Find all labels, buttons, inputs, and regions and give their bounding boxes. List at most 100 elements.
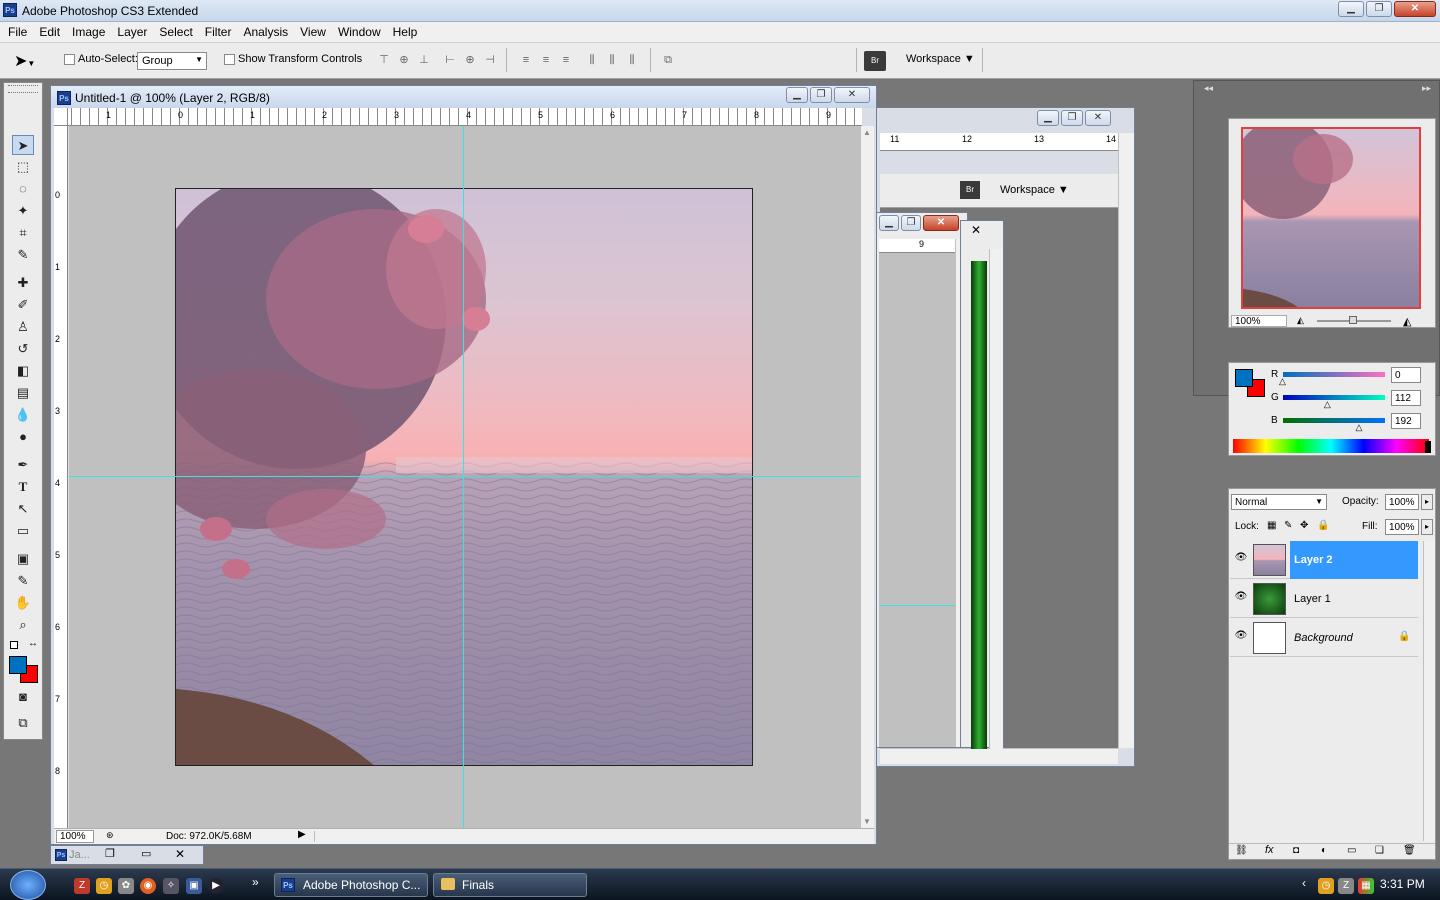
layers-scrollbar[interactable] [1423, 541, 1435, 841]
link-layers-icon[interactable]: ⛓ [1235, 845, 1248, 856]
image-canvas[interactable] [175, 188, 753, 766]
back-doc-restore-button[interactable]: ❐ [1061, 110, 1083, 126]
menu-file[interactable]: File [2, 25, 33, 39]
tray-clock-icon[interactable]: ◷ [1318, 878, 1334, 894]
visibility-eye-icon[interactable]: 👁 [1234, 591, 1248, 605]
blend-mode-dropdown[interactable]: Normal ▼ [1231, 494, 1327, 510]
color-panel-foreground-swatch[interactable] [1235, 369, 1253, 387]
back-doc-hscrollbar[interactable] [880, 748, 1118, 764]
delete-layer-icon[interactable]: 🗑 [1403, 845, 1416, 856]
tray-expand-icon[interactable]: ‹ [1302, 876, 1306, 890]
scroll-down-icon[interactable]: ▼ [863, 817, 871, 826]
quicklaunch-overflow[interactable]: » [252, 875, 259, 889]
g-slider[interactable] [1283, 395, 1385, 400]
fill-arrow-icon[interactable]: ▸ [1421, 519, 1433, 535]
main-document-window[interactable]: Ps Untitled-1 @ 100% (Layer 2, RGB/8) ▁ … [50, 85, 877, 845]
minimized-close-icon[interactable]: ✕ [175, 847, 185, 861]
align-left-icon[interactable]: ⊢ [442, 52, 458, 68]
menu-filter[interactable]: Filter [199, 25, 238, 39]
gimp-icon[interactable]: ✿ [118, 878, 134, 894]
type-tool-icon[interactable]: T [12, 477, 34, 497]
align-bottom-icon[interactable]: ⊥ [416, 52, 432, 68]
dock-expand-icon[interactable]: ▸▸ [1422, 83, 1431, 94]
back-workspace-menu[interactable]: Workspace ▼ [1000, 184, 1069, 196]
layer-row-layer-1[interactable]: 👁 Layer 1 [1230, 580, 1418, 618]
clone-stamp-icon[interactable]: ♙ [12, 317, 34, 337]
doc-minimize-button[interactable]: ▁ [786, 87, 808, 103]
distribute-left-icon[interactable]: ⫼ [584, 52, 600, 68]
doc-hscrollbar[interactable] [314, 831, 854, 842]
app-close-button[interactable]: ✕ [1394, 1, 1436, 17]
screen-mode-icon[interactable]: ⧉ [12, 713, 34, 733]
background-layer-name[interactable]: Background [1294, 632, 1353, 644]
path-selection-icon[interactable]: ↖ [12, 499, 34, 519]
shape-tool-icon[interactable]: ▭ [12, 521, 34, 541]
layer-mask-icon[interactable]: ◘ [1293, 845, 1299, 856]
g-slider-thumb[interactable]: △ [1324, 399, 1331, 410]
adjustment-layer-icon[interactable]: ◐ [1321, 845, 1327, 856]
r-slider[interactable] [1283, 372, 1385, 377]
minimized-document[interactable]: Ps Ja... ❐ ▭ ✕ [50, 845, 204, 865]
zoom-field[interactable]: 100% [56, 830, 94, 843]
layer-1-name[interactable]: Layer 1 [1294, 593, 1331, 605]
menu-edit[interactable]: Edit [33, 25, 66, 39]
auto-align-icon[interactable]: ⧉ [660, 52, 676, 68]
zoom-in-icon[interactable]: ◭ [1403, 315, 1411, 328]
lock-pixels-icon[interactable]: ✎ [1284, 520, 1292, 531]
taskbar-photoshop[interactable]: Ps Adobe Photoshop C... [274, 873, 428, 897]
ruler-origin[interactable] [54, 108, 68, 126]
doc-restore-button[interactable]: ❐ [810, 87, 832, 103]
distribute-right-icon[interactable]: ⫼ [624, 52, 640, 68]
foreground-color-swatch[interactable] [9, 656, 27, 674]
status-info-icon[interactable]: ⊛ [106, 830, 114, 841]
menu-help[interactable]: Help [387, 25, 424, 39]
media-player-icon[interactable]: ▶ [208, 878, 224, 894]
distribute-hcenter-icon[interactable]: ⫼ [604, 52, 620, 68]
document-titlebar[interactable]: Ps Untitled-1 @ 100% (Layer 2, RGB/8) ▁ … [51, 86, 876, 108]
show-transform-checkbox[interactable]: Show Transform Controls [224, 53, 362, 65]
back-doc-minimize-button[interactable]: ▁ [1037, 110, 1059, 126]
auto-select-dropdown[interactable]: Group [137, 52, 207, 70]
distribute-vcenter-icon[interactable]: ≡ [538, 52, 554, 68]
middle-doc-minimize-button[interactable]: ▁ [879, 215, 899, 231]
tray-network-icon[interactable]: ▦ [1358, 878, 1374, 894]
dodge-tool-icon[interactable]: ● [12, 427, 34, 447]
align-hcenter-icon[interactable]: ⊕ [462, 52, 478, 68]
scroll-up-icon[interactable]: ▲ [863, 128, 871, 137]
layer-row-background[interactable]: 👁 Background 🔒 [1230, 619, 1418, 657]
menu-window[interactable]: Window [332, 25, 387, 39]
firefox-icon[interactable]: ◉ [140, 878, 156, 894]
align-vcenter-icon[interactable]: ⊕ [396, 52, 412, 68]
dock-collapse-icon[interactable]: ◂◂ [1204, 83, 1213, 94]
green-document-window[interactable]: ✕ [960, 220, 1004, 749]
middle-doc-close-button[interactable]: ✕ [923, 215, 959, 231]
back-bridge-icon[interactable]: Br [960, 181, 980, 199]
taskbar-clock[interactable]: 3:31 PM [1380, 877, 1425, 891]
color-ramp-black[interactable] [1425, 441, 1431, 453]
eyedropper-tool-icon[interactable]: ✎ [12, 571, 34, 591]
opacity-field[interactable]: 100% [1385, 494, 1419, 510]
crop-tool-icon[interactable]: ⌗ [12, 223, 34, 243]
align-top-icon[interactable]: ⊤ [376, 52, 392, 68]
middle-document-window[interactable]: ▁ ❐ ✕ 9 [876, 212, 968, 748]
distribute-bottom-icon[interactable]: ≡ [558, 52, 574, 68]
eraser-tool-icon[interactable]: ◧ [12, 361, 34, 381]
history-brush-icon[interactable]: ↺ [12, 339, 34, 359]
b-value-field[interactable]: 192 [1391, 413, 1421, 429]
navigator-thumbnail[interactable] [1241, 127, 1421, 309]
gradient-tool-icon[interactable]: ▤ [12, 383, 34, 403]
r-slider-thumb[interactable]: △ [1279, 376, 1286, 387]
blur-tool-icon[interactable]: 💧 [12, 405, 34, 425]
lock-all-icon[interactable]: 🔒 [1317, 520, 1329, 531]
toolbox-grip[interactable] [8, 85, 38, 93]
back-doc-vscrollbar[interactable] [1118, 133, 1134, 748]
app-minimize-button[interactable]: ▁ [1338, 1, 1364, 17]
b-slider-thumb[interactable]: △ [1356, 422, 1363, 433]
clock-app-icon[interactable]: ◷ [96, 878, 112, 894]
move-tool-icon[interactable]: ➤ [12, 135, 34, 155]
lock-transparency-icon[interactable]: ▦ [1267, 520, 1276, 531]
green-doc-close-icon[interactable]: ✕ [971, 223, 981, 237]
align-right-icon[interactable]: ⊣ [482, 52, 498, 68]
lock-position-icon[interactable]: ✥ [1300, 520, 1308, 531]
menu-select[interactable]: Select [153, 25, 198, 39]
